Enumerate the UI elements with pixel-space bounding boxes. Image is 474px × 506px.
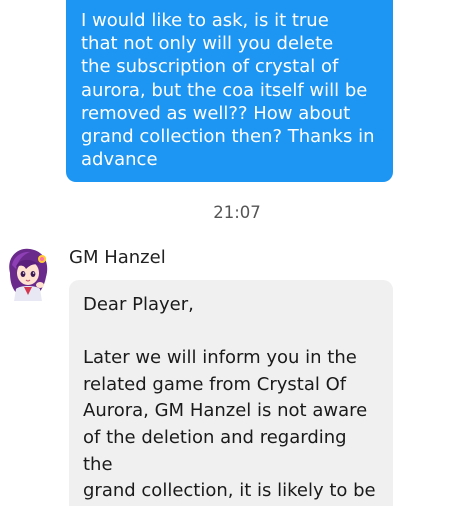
- anime-character-avatar-icon: [9, 248, 48, 301]
- incoming-message-bubble[interactable]: Dear Player, Later we will inform you in…: [69, 280, 393, 506]
- sender-name: GM Hanzel: [69, 247, 166, 268]
- chat-screen: I would like to ask, is it true that not…: [0, 0, 474, 506]
- outgoing-message-bubble[interactable]: I would like to ask, is it true that not…: [66, 0, 393, 182]
- message-timestamp: 21:07: [213, 203, 261, 222]
- sender-avatar[interactable]: [0, 243, 56, 301]
